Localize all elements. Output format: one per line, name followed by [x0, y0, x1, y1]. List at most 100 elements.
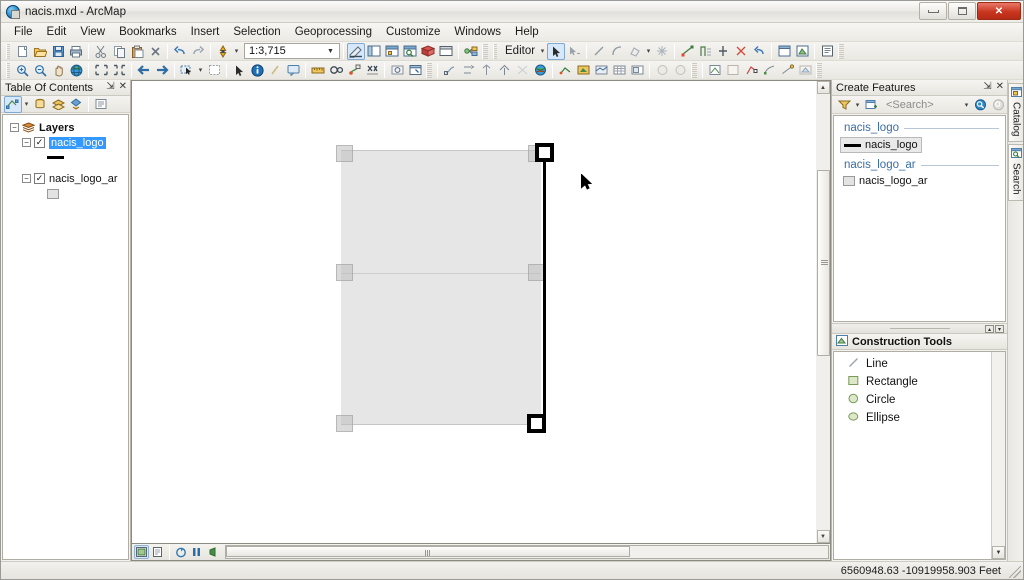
full-extent-button[interactable]: [67, 62, 85, 79]
fixed-zoom-out-button[interactable]: [110, 62, 128, 79]
undo-edit-button[interactable]: [750, 43, 768, 60]
editor-vertex-button[interactable]: [706, 62, 724, 79]
cogo-button[interactable]: [459, 62, 477, 79]
georef-button[interactable]: [513, 62, 531, 79]
template-item-nacis-logo-ar[interactable]: nacis_logo_ar: [834, 173, 1005, 189]
toc-layer-nacis-logo[interactable]: − ✓ nacis_logo: [6, 135, 125, 150]
construction-tool-circle[interactable]: Circle: [834, 391, 1005, 409]
template-item-nacis-logo[interactable]: nacis_logo: [834, 136, 1005, 154]
menu-insert[interactable]: Insert: [184, 24, 227, 40]
editor-toolbar-overflow[interactable]: [838, 43, 845, 59]
selection-handle[interactable]: [336, 145, 353, 162]
paste-button[interactable]: [128, 43, 146, 60]
toc-symbol-nacis-logo-ar[interactable]: [6, 186, 125, 201]
selection-handle[interactable]: [336, 415, 353, 432]
map-extent-button[interactable]: [205, 545, 220, 559]
toolbar-overflow[interactable]: [482, 43, 488, 59]
toc-list-dropdown[interactable]: ▾: [22, 96, 31, 113]
expander-icon[interactable]: −: [10, 123, 19, 132]
disabled-tool-b[interactable]: [671, 62, 689, 79]
create-viewer-window-button[interactable]: [406, 62, 424, 79]
arc-segment-button[interactable]: [608, 43, 626, 60]
sketch-vertex-handle[interactable]: [535, 143, 554, 162]
find-button[interactable]: [327, 62, 345, 79]
edit-tool-button[interactable]: [547, 42, 566, 60]
maximize-button[interactable]: [948, 2, 976, 20]
list-by-drawing-order-button[interactable]: [4, 95, 22, 113]
options-button[interactable]: [92, 96, 110, 113]
toc-close-icon[interactable]: ✕: [119, 81, 127, 92]
vertical-scroll-thumb[interactable]: [817, 170, 830, 356]
3d-analyst-button[interactable]: [592, 62, 610, 79]
time-slider-button[interactable]: [388, 62, 406, 79]
organize-templates-dropdown[interactable]: ▾: [853, 96, 862, 113]
search-tab[interactable]: Search: [1008, 144, 1023, 202]
select-features-button[interactable]: [178, 62, 196, 79]
map-scale-combo[interactable]: 1:3,715 ▼: [244, 43, 340, 59]
tools-toolbar-overflow-2[interactable]: [691, 62, 697, 78]
editor-toolbar-toggle[interactable]: [347, 42, 365, 60]
construction-tool-line[interactable]: Line: [834, 355, 1005, 373]
scroll-down-arrow[interactable]: ▼: [816, 530, 830, 543]
snapping-button[interactable]: [441, 62, 459, 79]
fixed-zoom-in-button[interactable]: [92, 62, 110, 79]
editor-toolbar-grip[interactable]: [493, 43, 497, 59]
attributes-button[interactable]: [714, 43, 732, 60]
rotate-tool-button[interactable]: [696, 43, 714, 60]
pan-button[interactable]: [49, 62, 67, 79]
tools-toolbar-overflow[interactable]: [426, 62, 432, 78]
create-features-button[interactable]: [775, 43, 793, 60]
collapse-up-icon[interactable]: ▴: [985, 325, 994, 333]
chevron-down-icon[interactable]: ▼: [323, 44, 338, 58]
select-elements-button[interactable]: [230, 62, 248, 79]
create-features-pin-icon[interactable]: ⇲: [983, 81, 991, 92]
toc-root-layers[interactable]: − Layers: [6, 120, 125, 135]
globe-button[interactable]: [531, 62, 549, 79]
map-vertical-scrollbar[interactable]: ▲ ▼: [816, 80, 831, 544]
identify-button[interactable]: [248, 62, 266, 79]
pause-drawing-button[interactable]: [189, 545, 204, 559]
list-by-visibility-button[interactable]: [49, 96, 67, 113]
construction-tools-list[interactable]: Line Rectangle Circle Ellipse ▼: [833, 351, 1006, 560]
horizontal-scroll-thumb[interactable]: [226, 546, 630, 557]
python-window-button[interactable]: [437, 43, 455, 60]
go-next-extent-button[interactable]: [153, 62, 171, 79]
create-features-close-icon[interactable]: ✕: [996, 81, 1004, 92]
menu-file[interactable]: File: [7, 24, 40, 40]
arctoolbox-button[interactable]: [419, 43, 437, 60]
copy-button[interactable]: [110, 43, 128, 60]
menu-help[interactable]: Help: [508, 24, 546, 40]
snap-to-feature-button[interactable]: [742, 62, 760, 79]
measure-button[interactable]: [309, 62, 327, 79]
delete-button[interactable]: [146, 43, 164, 60]
hyperlink-button[interactable]: [266, 62, 284, 79]
expander-icon[interactable]: −: [22, 138, 31, 147]
save-button[interactable]: [49, 43, 67, 60]
search-window-button[interactable]: [401, 43, 419, 60]
undo-button[interactable]: [171, 43, 189, 60]
continue-feature-button[interactable]: [778, 62, 796, 79]
menu-windows[interactable]: Windows: [447, 24, 508, 40]
menu-selection[interactable]: Selection: [226, 24, 287, 40]
organize-templates-button[interactable]: [835, 96, 853, 113]
selection-handle[interactable]: [336, 264, 353, 281]
split-tool-button[interactable]: [678, 43, 696, 60]
collapse-down-icon[interactable]: ▾: [995, 325, 1004, 333]
table-of-contents-button[interactable]: [365, 43, 383, 60]
feature-template-list[interactable]: nacis_logo nacis_logo nacis_logo_ar naci…: [833, 115, 1006, 322]
replace-geometry-button[interactable]: [796, 62, 814, 79]
map-canvas[interactable]: [131, 80, 816, 544]
menu-edit[interactable]: Edit: [40, 24, 74, 40]
new-map-button[interactable]: [13, 43, 31, 60]
add-data-button[interactable]: [214, 43, 232, 60]
print-button[interactable]: [67, 43, 85, 60]
toc-layer-nacis-logo-ar[interactable]: − ✓ nacis_logo_ar: [6, 171, 125, 186]
menu-view[interactable]: View: [73, 24, 112, 40]
construction-tools-scrollbar[interactable]: ▼: [991, 352, 1005, 559]
construction-tool-ellipse[interactable]: Ellipse: [834, 409, 1005, 427]
table-button[interactable]: [610, 62, 628, 79]
minimize-button[interactable]: [919, 2, 947, 20]
scroll-up-arrow[interactable]: ▲: [816, 81, 830, 94]
resize-grip-icon[interactable]: [1009, 566, 1021, 578]
construction-tools-button[interactable]: [793, 43, 811, 60]
